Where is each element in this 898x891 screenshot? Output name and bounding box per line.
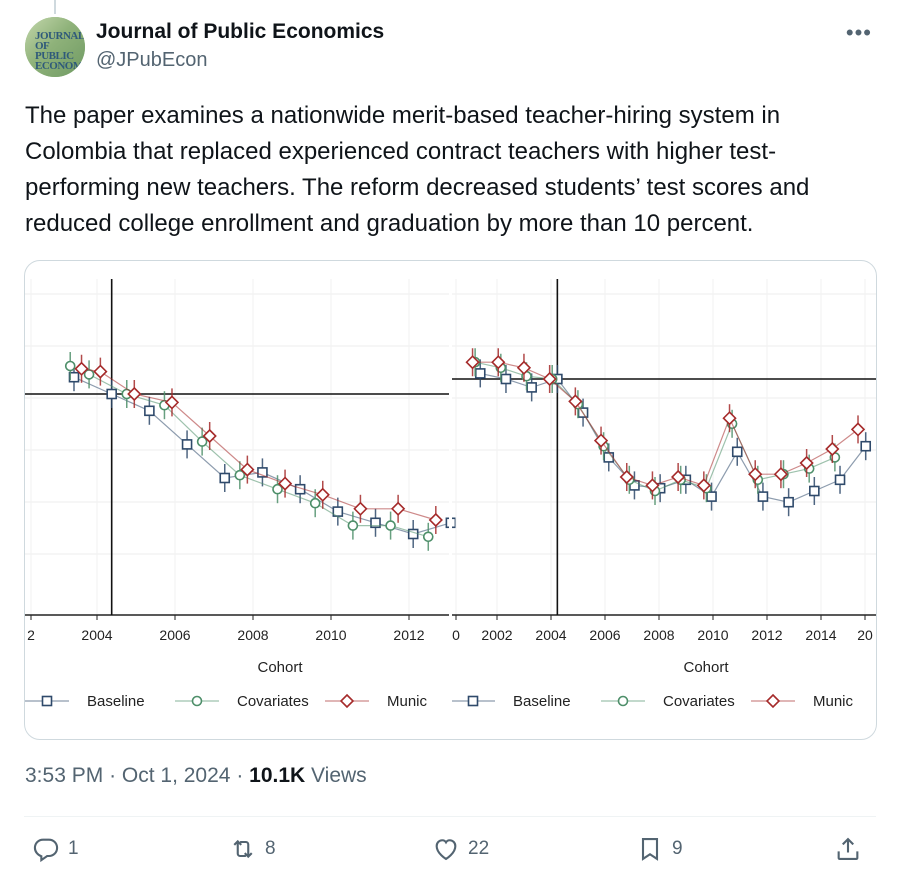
x-tick-label: 2004 xyxy=(535,627,566,643)
legend-label: Baseline xyxy=(513,693,571,710)
x-tick-label: 2006 xyxy=(589,627,620,643)
data-point xyxy=(106,388,117,400)
x-tick-label: 2006 xyxy=(159,627,190,643)
data-point xyxy=(731,446,743,458)
data-point xyxy=(706,491,717,502)
legend-label: Munic xyxy=(387,693,428,710)
chart-panel-2: 0 2002 2004 2006 2008 2010 2012 2014 20 Cohort Bas… xyxy=(451,279,876,710)
x-tick-label: 2012 xyxy=(393,627,424,643)
data-point xyxy=(860,440,872,452)
x-tick-label: 2010 xyxy=(697,627,728,643)
retweet-button[interactable]: 8 xyxy=(229,835,276,863)
data-point xyxy=(353,501,368,516)
x-tick-label: 2002 xyxy=(481,627,512,643)
legend-marker xyxy=(467,695,479,707)
reply-icon xyxy=(33,838,59,863)
retweet-count: 8 xyxy=(265,838,276,859)
bookmark-count: 9 xyxy=(672,838,683,859)
bookmark-button[interactable]: 9 xyxy=(636,835,683,863)
legend-marker xyxy=(617,695,629,707)
data-point xyxy=(385,520,396,531)
separator: · xyxy=(236,764,250,787)
x-axis-label: Cohort xyxy=(683,659,729,676)
data-point xyxy=(526,382,537,393)
legend-label: Munic xyxy=(813,693,854,710)
legend-label: Covariates xyxy=(663,693,735,710)
data-point xyxy=(144,405,155,417)
x-tick-label: 2008 xyxy=(643,627,674,643)
avatar-logo-text: JOURNAL OFPUBLICECONOMICS xyxy=(35,30,85,72)
x-tick-label: 2012 xyxy=(751,627,782,643)
x-axis-label: Cohort xyxy=(257,659,303,676)
legend-marker xyxy=(191,695,203,707)
author-name[interactable]: Journal of Public Economics xyxy=(96,20,384,44)
chart-figure: 2 2004 2006 2008 2010 2012 Cohort Baseline Covar… xyxy=(25,261,876,739)
data-point xyxy=(181,439,193,450)
like-count: 22 xyxy=(468,838,490,859)
x-tick-label: 2010 xyxy=(315,627,346,643)
data-point xyxy=(834,474,846,486)
data-point xyxy=(64,360,76,372)
like-button[interactable]: 22 xyxy=(432,835,489,863)
legend-marker xyxy=(41,695,53,707)
divider xyxy=(24,816,876,817)
data-point xyxy=(315,487,330,502)
data-point xyxy=(474,368,486,379)
data-point xyxy=(219,472,231,484)
data-point xyxy=(500,373,512,385)
legend-marker xyxy=(765,693,781,709)
panel-separator xyxy=(449,261,452,739)
bookmark-icon xyxy=(641,838,659,861)
x-tick-label: 20 xyxy=(857,627,873,643)
reply-button[interactable]: 1 xyxy=(32,835,79,863)
separator: · xyxy=(109,764,122,787)
data-point xyxy=(757,491,769,502)
x-tick-label: 2008 xyxy=(237,627,268,643)
x-tick-label: 2004 xyxy=(81,627,112,643)
x-tick-label: 0 xyxy=(452,627,460,643)
author-handle[interactable]: @JPubEcon xyxy=(96,49,207,72)
share-button[interactable] xyxy=(834,835,862,863)
more-options-icon[interactable]: ••• xyxy=(846,20,872,46)
thread-connector xyxy=(54,0,56,14)
data-point xyxy=(809,485,820,497)
data-point xyxy=(783,496,794,508)
action-bar: 1 8 22 9 xyxy=(24,823,876,883)
avatar[interactable]: JOURNAL OFPUBLICECONOMICS xyxy=(25,17,85,77)
data-point xyxy=(309,497,321,509)
views-count: 10.1K xyxy=(249,764,306,787)
chart-panel-1: 2 2004 2006 2008 2010 2012 Cohort Baseline Covar… xyxy=(25,279,457,710)
legend-label: Baseline xyxy=(87,693,145,710)
legend-marker xyxy=(339,693,355,709)
data-point xyxy=(347,520,359,531)
time-text: 3:53 PM xyxy=(25,764,104,787)
legend-label: Covariates xyxy=(237,693,309,710)
tweet-timestamp[interactable]: 3:53 PM · Oct 1, 2024 · 10.1K Views xyxy=(25,764,367,788)
x-tick-label: 2 xyxy=(27,627,35,643)
data-point xyxy=(390,501,406,516)
x-tick-label: 2014 xyxy=(805,627,836,643)
tweet-media[interactable]: 2 2004 2006 2008 2010 2012 Cohort Baseline Covar… xyxy=(24,260,877,740)
date-text: Oct 1, 2024 xyxy=(121,764,231,787)
data-point xyxy=(850,422,866,437)
retweet-icon xyxy=(233,839,253,859)
heart-icon xyxy=(435,839,457,861)
series-line-munic xyxy=(472,361,859,487)
reply-count: 1 xyxy=(68,838,79,859)
data-point xyxy=(428,512,443,528)
data-point xyxy=(422,531,434,543)
views-label: Views xyxy=(311,764,367,787)
tweet-text: The paper examines a nationwide merit-ba… xyxy=(25,102,810,237)
data-point xyxy=(93,364,108,379)
share-icon xyxy=(837,837,859,860)
